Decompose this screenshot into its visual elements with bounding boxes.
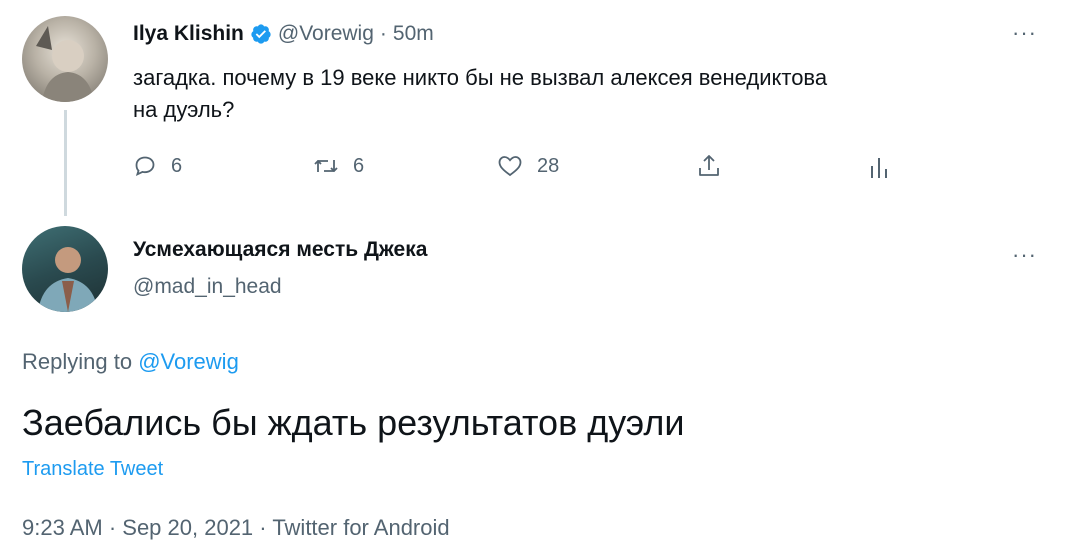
reply-author-handle[interactable]: @mad_in_head — [133, 275, 282, 299]
analytics-icon — [871, 158, 887, 178]
replying-to-label: Replying to — [22, 349, 133, 374]
reply-more-options-icon[interactable]: ··· — [1012, 244, 1037, 266]
author-handle[interactable]: @Vorewig — [278, 22, 374, 46]
heart-icon — [498, 156, 522, 177]
retweet-icon — [314, 160, 338, 172]
avatar-ilya-klishin[interactable] — [22, 16, 108, 102]
tweet-text-line: на дуэль? — [133, 97, 235, 122]
translate-tweet-link[interactable]: Translate Tweet — [22, 458, 163, 481]
replying-to: Replying to @Vorewig — [22, 349, 239, 375]
avatar-mad-in-head[interactable] — [22, 226, 108, 312]
analytics-action[interactable] — [868, 154, 890, 180]
thread-line — [64, 110, 67, 216]
replying-to-handle-link[interactable]: @Vorewig — [138, 349, 239, 374]
tweet-text: загадка. почему в 19 веке никто бы не вы… — [133, 62, 827, 126]
reply-tweet-text: Заебались бы ждать результатов дуэли — [22, 402, 685, 443]
tweet-time[interactable]: 50m — [393, 22, 434, 46]
more-options-icon[interactable]: ··· — [1012, 22, 1037, 44]
like-action[interactable]: 28 — [497, 154, 559, 178]
dot-separator: · — [379, 22, 387, 45]
like-count: 28 — [537, 154, 560, 177]
tweet-header: Ilya Klishin @Vorewig · 50m — [133, 22, 434, 46]
retweet-action[interactable]: 6 — [313, 154, 364, 178]
reply-author-name[interactable]: Усмехающаяся месть Джека — [133, 238, 427, 262]
tweet-timestamp-source[interactable]: 9:23 AM · Sep 20, 2021 · Twitter for And… — [22, 515, 450, 541]
share-icon — [699, 155, 719, 176]
author-name[interactable]: Ilya Klishin — [133, 22, 244, 46]
reply-icon — [135, 156, 155, 176]
reply-action[interactable]: 6 — [133, 154, 182, 178]
verified-badge-icon — [250, 23, 272, 45]
retweet-count: 6 — [353, 154, 365, 177]
share-action[interactable] — [697, 152, 721, 180]
tweet-text-line: загадка. почему в 19 веке никто бы не вы… — [133, 65, 828, 90]
reply-count: 6 — [171, 154, 183, 177]
